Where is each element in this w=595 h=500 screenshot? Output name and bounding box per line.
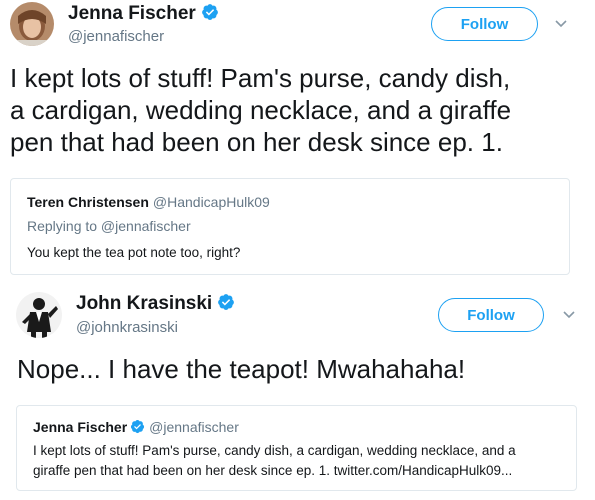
tweet-text-line: I kept lots of stuff! Pam's purse, candy… — [10, 63, 511, 93]
tweet-2-text: Nope... I have the teapot! Mwahahaha! — [17, 354, 466, 384]
verified-badge-icon — [201, 4, 218, 20]
author-name-text[interactable]: John Krasinski — [76, 293, 212, 314]
tweet-1-header: Jenna Fischer @jennafischer Follow — [0, 0, 595, 60]
tweet-1-text: I kept lots of stuff! Pam's purse, candy… — [10, 62, 511, 158]
reply-author-name[interactable]: Teren Christensen — [27, 194, 149, 210]
follow-button[interactable]: Follow — [431, 7, 538, 41]
quote-text-line: I kept lots of stuff! Pam's purse, candy… — [33, 443, 516, 458]
quote-card-text: I kept lots of stuff! Pam's purse, candy… — [33, 441, 516, 481]
author-handle[interactable]: @johnkrasinski — [76, 319, 178, 336]
tweet-text-line: pen that had been on her desk since ep. … — [10, 127, 503, 157]
reply-card-text: You kept the tea pot note too, right? — [27, 245, 241, 260]
replying-to-label: Replying to @jennafischer — [27, 218, 191, 234]
author-name[interactable]: John Krasinski — [76, 293, 235, 315]
reply-card-author: Teren Christensen @HandicapHulk09 — [27, 194, 270, 212]
quote-author-name[interactable]: Jenna Fischer — [33, 419, 127, 435]
tweet-text-line: a cardigan, wedding necklace, and a gira… — [10, 95, 512, 125]
quoted-tweet-card[interactable]: Jenna Fischer @jennafischer I kept lots o… — [16, 405, 577, 491]
quote-author-handle[interactable]: @jennafischer — [149, 419, 239, 435]
quote-card-author: Jenna Fischer @jennafischer — [33, 419, 239, 437]
author-name-text[interactable]: Jenna Fischer — [68, 3, 196, 24]
reply-author-handle[interactable]: @HandicapHulk09 — [153, 194, 270, 210]
quote-text-line: giraffe pen that had been on her desk si… — [33, 463, 513, 478]
chevron-down-icon[interactable] — [554, 19, 568, 29]
tweet-2-header: John Krasinski @johnkrasinski Follow — [0, 288, 595, 348]
author-handle[interactable]: @jennafischer — [68, 28, 164, 45]
avatar-jenna-fischer[interactable] — [10, 2, 54, 46]
follow-button[interactable]: Follow — [438, 298, 544, 332]
reply-card[interactable]: Teren Christensen @HandicapHulk09 Replyin… — [10, 178, 570, 275]
verified-badge-icon — [131, 419, 145, 434]
avatar-john-krasinski[interactable] — [16, 292, 62, 338]
author-name[interactable]: Jenna Fischer — [68, 3, 219, 25]
verified-badge-icon — [218, 294, 235, 310]
chevron-down-icon[interactable] — [562, 310, 576, 320]
